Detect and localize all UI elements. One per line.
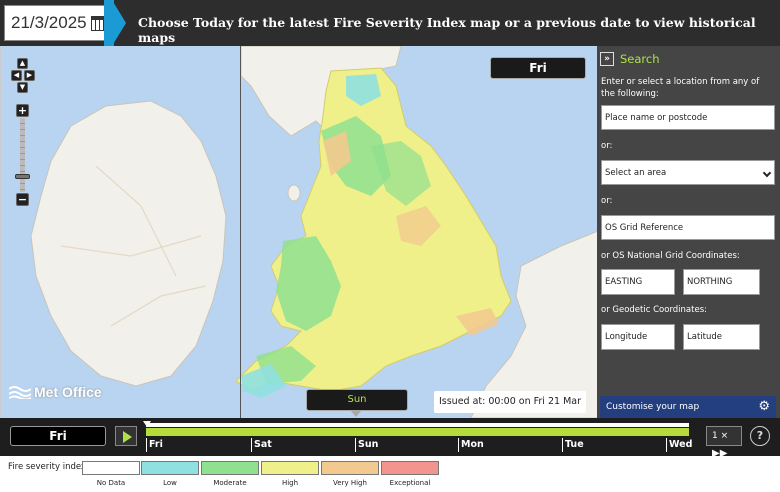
os-coordinates-label: or OS National Grid Coordinates: (601, 251, 740, 261)
latitude-input[interactable]: Latitude (683, 324, 760, 350)
search-title: Search (620, 52, 660, 66)
timeline-day-wed[interactable]: Wed (666, 438, 692, 452)
legend-label-no-data: No Data (96, 479, 126, 487)
pan-control: ▲ ◀ ▶ ▼ (11, 58, 35, 94)
search-panel-header: » Search (597, 52, 660, 66)
map-view[interactable]: ▲ ◀ ▶ ▼ + − Fri Met Office Issued at: 00… (0, 46, 597, 418)
zoom-slider-handle[interactable] (15, 174, 30, 179)
search-intro: Enter or select a location from any of t… (601, 77, 760, 99)
timeline-track-top (146, 423, 689, 427)
timeline-day-sun[interactable]: Sun (355, 438, 378, 452)
or-label-1: or: (601, 141, 613, 151)
pan-left-button[interactable]: ◀ (11, 70, 22, 81)
timeline-day-fri[interactable]: Fri (146, 438, 163, 452)
map-day-label: Fri (490, 57, 586, 79)
legend-swatch-very-high (321, 461, 379, 475)
legend-swatch-low (141, 461, 199, 475)
date-picker[interactable]: 21/3/2025 (4, 5, 112, 41)
or-label-2: or: (601, 196, 613, 206)
playback-speed-button[interactable]: 1 × ▶▶ (706, 426, 742, 459)
longitude-input[interactable]: Longitude (601, 324, 675, 350)
met-office-wave-icon (9, 386, 31, 399)
northing-input[interactable]: NORTHING (683, 269, 760, 295)
date-value: 21/3/2025 (11, 13, 87, 32)
area-select-value: Select an area (605, 167, 667, 178)
legend-swatch-moderate (201, 461, 259, 475)
map-canvas[interactable] (1, 46, 597, 418)
easting-input[interactable]: EASTING (601, 269, 675, 295)
collapse-panel-button[interactable]: » (600, 52, 614, 66)
header-message: Choose Today for the latest Fire Severit… (138, 15, 756, 45)
search-panel: » Search Enter or select a location from… (597, 46, 780, 418)
chevron-down-icon (762, 168, 772, 178)
timeline-track[interactable] (146, 428, 689, 436)
customise-map-label: Customise your map (606, 402, 700, 412)
met-office-logo: Met Office (9, 384, 102, 400)
area-select[interactable]: Select an area (601, 160, 775, 185)
legend-label-moderate: Moderate (213, 479, 247, 487)
pan-right-button[interactable]: ▶ (24, 70, 35, 81)
zoom-slider[interactable] (15, 118, 30, 192)
os-grid-reference-input[interactable]: OS Grid Reference (601, 215, 775, 240)
timeline-slider-handle[interactable] (143, 421, 151, 427)
timeline-day-sat[interactable]: Sat (251, 438, 272, 452)
playback-speed-label: 1 × (712, 431, 729, 441)
popup-pointer (350, 410, 362, 417)
legend-label-high: High (281, 479, 299, 487)
issued-time: Issued at: 00:00 on Fri 21 Mar 2025 (434, 391, 586, 413)
gear-icon: ⚙ (758, 399, 770, 414)
legend-label-exceptional: Exceptional (389, 479, 431, 487)
legend-swatch-no-data (82, 461, 140, 475)
timeline-day-tue[interactable]: Tue (562, 438, 584, 452)
isle-of-man (287, 184, 301, 202)
timeline-bar: Fri Fri Sat Sun Mon Tue Wed 1 × ▶▶ ? (0, 418, 780, 459)
fire-severity-app: 21/3/2025 Choose Today for the latest Fi… (0, 0, 780, 492)
pan-up-button[interactable]: ▲ (17, 58, 28, 69)
header-arrow-decoration (112, 0, 126, 46)
geodetic-coordinates-label: or Geodetic Coordinates: (601, 305, 707, 315)
severity-legend: Fire severity index: No Data Low Moderat… (0, 456, 780, 492)
header-bar: 21/3/2025 Choose Today for the latest Fi… (0, 0, 780, 46)
zoom-out-button[interactable]: − (16, 193, 29, 206)
play-button[interactable] (115, 426, 137, 446)
legend-label-very-high: Very High (333, 479, 367, 487)
pan-down-button[interactable]: ▼ (17, 82, 28, 93)
place-postcode-input[interactable]: Place name or postcode (601, 105, 775, 130)
zoom-in-button[interactable]: + (16, 104, 29, 117)
timeline-day-popup: Sun (306, 389, 408, 411)
customise-map-button[interactable]: Customise your map ⚙ (600, 396, 776, 418)
ireland-landmass (30, 100, 227, 387)
help-button[interactable]: ? (750, 426, 770, 446)
legend-label-low: Low (163, 479, 177, 487)
legend-swatch-exceptional (381, 461, 439, 475)
legend-swatch-high (261, 461, 319, 475)
map-split-divider (240, 46, 241, 418)
timeline-day-mon[interactable]: Mon (458, 438, 484, 452)
current-day-display: Fri (10, 426, 106, 446)
legend-title: Fire severity index: (8, 462, 89, 472)
zoom-control: + − (15, 104, 30, 206)
play-icon (123, 431, 132, 443)
met-office-logo-text: Met Office (34, 384, 102, 400)
